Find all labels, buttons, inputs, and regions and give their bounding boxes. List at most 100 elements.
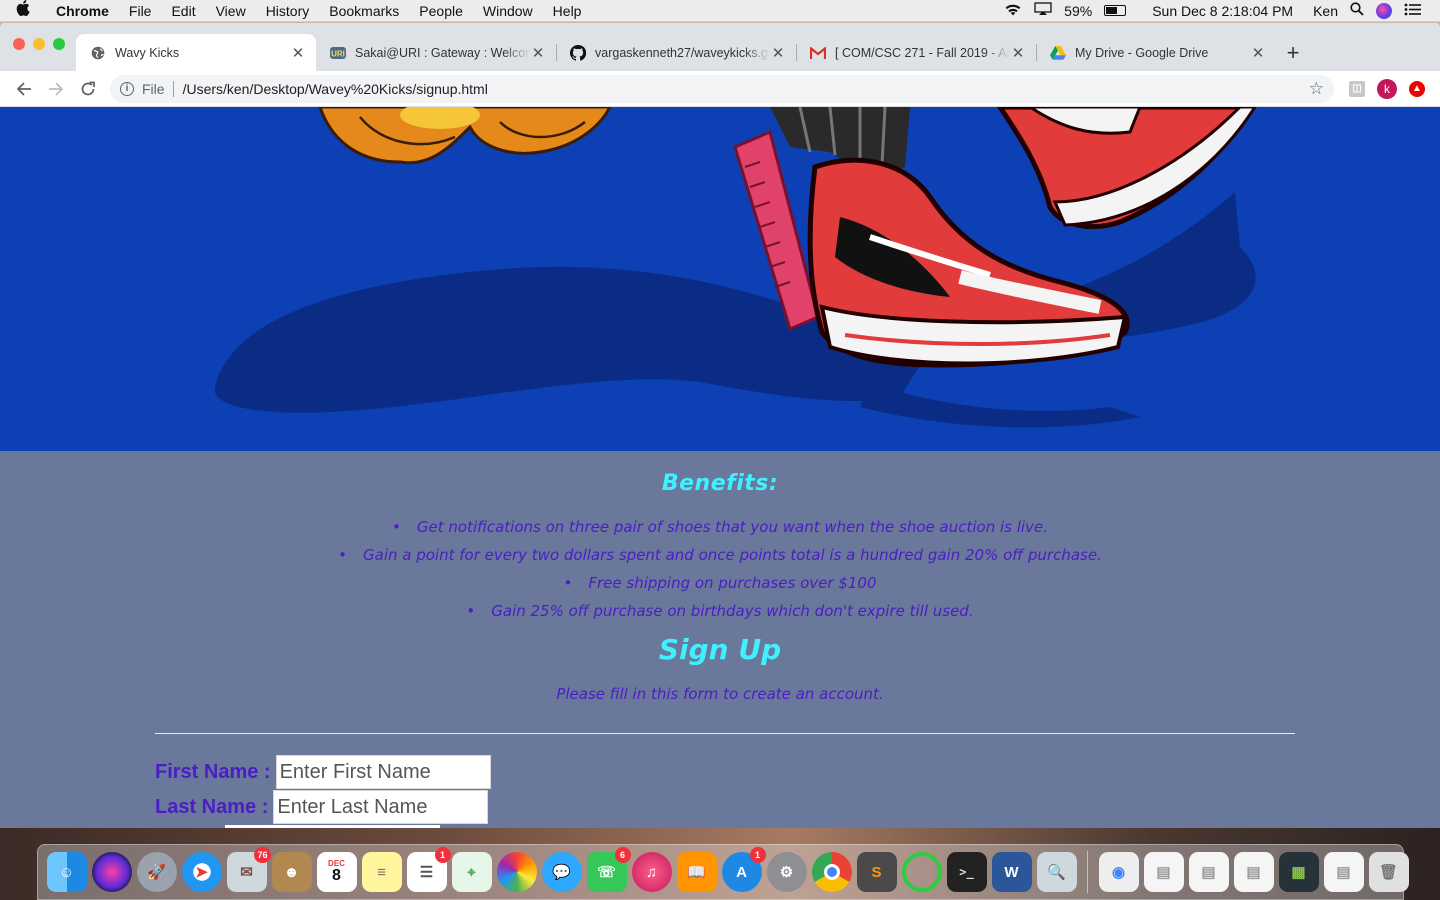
- trash-icon[interactable]: 🗑: [1368, 852, 1409, 892]
- clock[interactable]: Sun Dec 8 2:18:04 PM: [1152, 3, 1293, 19]
- battery-fill: [1106, 7, 1118, 14]
- upload-extension-icon: ▲: [1409, 80, 1425, 97]
- itunes-icon[interactable]: ♫: [631, 852, 672, 892]
- user-name[interactable]: Ken: [1313, 3, 1338, 19]
- reload-button[interactable]: [72, 75, 104, 103]
- terminal-icon[interactable]: >_: [946, 852, 987, 892]
- battery-icon[interactable]: [1104, 5, 1127, 16]
- tab-close-icon[interactable]: ✕: [1010, 44, 1026, 62]
- site-info-icon[interactable]: i: [120, 81, 134, 96]
- new-tab-button[interactable]: +: [1276, 34, 1310, 71]
- window-controls: [13, 38, 65, 50]
- tab-close-icon[interactable]: ✕: [290, 44, 306, 62]
- minimized-window-icon[interactable]: ▦: [1278, 852, 1319, 892]
- app-store-icon[interactable]: A1: [721, 847, 766, 892]
- last-name-row: Last Name :: [155, 790, 489, 824]
- profile-avatar: k: [1377, 78, 1397, 99]
- wifi-icon[interactable]: [1004, 3, 1022, 19]
- document-stack-4-icon[interactable]: ▤: [1323, 852, 1364, 892]
- signup-subtitle: Please fill in this form to create an ac…: [556, 685, 884, 703]
- extension-red-button[interactable]: ▲: [1402, 75, 1432, 103]
- profile-button[interactable]: k: [1372, 75, 1402, 103]
- google-drive-icon: [1050, 45, 1066, 61]
- chrome-downloads-icon[interactable]: ◉: [1098, 852, 1139, 892]
- menu-bookmarks[interactable]: Bookmarks: [319, 3, 409, 19]
- tab-list: Wavy Kicks ✕ URI Sakai@URI : Gateway : W…: [76, 34, 1310, 71]
- sneaker-illustration: [0, 107, 1440, 451]
- menu-file[interactable]: File: [119, 3, 162, 19]
- tab-wavy-kicks[interactable]: Wavy Kicks ✕: [76, 34, 316, 71]
- mail-badge: 76: [254, 847, 271, 863]
- bookmark-star-icon[interactable]: ☆: [1309, 79, 1324, 99]
- system-preferences-icon[interactable]: ⚙: [766, 852, 807, 892]
- divider: [155, 733, 1295, 734]
- tab-sakai[interactable]: URI Sakai@URI : Gateway : Welcome ✕: [316, 34, 556, 71]
- document-stack-2-icon[interactable]: ▤: [1188, 852, 1229, 892]
- gmail-icon: [810, 45, 826, 61]
- word-icon[interactable]: W: [991, 852, 1032, 892]
- airplay-icon[interactable]: [1034, 2, 1052, 19]
- apple-menu-icon[interactable]: [0, 0, 46, 21]
- facetime-icon[interactable]: ☏ 6: [586, 847, 631, 892]
- window-minimize-button[interactable]: [33, 38, 45, 50]
- page-viewport[interactable]: Benefits: Get notifications on three pai…: [0, 107, 1440, 828]
- forward-button[interactable]: [40, 75, 72, 103]
- menu-view[interactable]: View: [206, 3, 256, 19]
- last-name-field[interactable]: [273, 790, 489, 824]
- address-bar[interactable]: i File /Users/ken/Desktop/Wavey%20Kicks/…: [110, 74, 1334, 103]
- last-name-label: Last Name :: [155, 795, 269, 818]
- photos-icon[interactable]: [496, 852, 537, 892]
- finder-icon[interactable]: ☺: [46, 852, 87, 892]
- window-zoom-button[interactable]: [53, 38, 65, 50]
- preview-icon[interactable]: 🔍: [1036, 852, 1077, 892]
- extension-button[interactable]: ◫: [1342, 75, 1372, 103]
- siri-dock-icon[interactable]: [91, 852, 132, 892]
- status-area: 59% Sun Dec 8 2:18:04 PM Ken: [1004, 2, 1440, 19]
- spotlight-icon[interactable]: [1350, 2, 1364, 19]
- messages-icon[interactable]: 💬: [541, 852, 582, 892]
- tab-google-drive[interactable]: My Drive - Google Drive ✕: [1036, 34, 1276, 71]
- benefits-heading: Benefits:: [661, 471, 779, 496]
- battery-percent: 59%: [1064, 2, 1093, 19]
- first-name-field[interactable]: [275, 755, 491, 789]
- browser-window: Wavy Kicks ✕ URI Sakai@URI : Gateway : W…: [0, 23, 1440, 828]
- calendar-icon[interactable]: DEC 8: [316, 852, 357, 892]
- benefit-item: Free shipping on purchases over $100: [0, 569, 1440, 597]
- reminders-icon[interactable]: ☰ 1: [406, 847, 451, 892]
- menu-history[interactable]: History: [256, 3, 320, 19]
- window-close-button[interactable]: [13, 38, 25, 50]
- tab-close-icon[interactable]: ✕: [1250, 44, 1266, 62]
- notification-center-icon[interactable]: [1404, 3, 1422, 19]
- contacts-icon[interactable]: ☻: [271, 852, 312, 892]
- tab-close-icon[interactable]: ✕: [530, 44, 546, 62]
- siri-icon[interactable]: [1376, 2, 1392, 19]
- document-stack-3-icon[interactable]: ▤: [1233, 852, 1274, 892]
- tab-title: Sakai@URI : Gateway : Welcome: [355, 45, 530, 60]
- calendar-day: 8: [332, 867, 341, 884]
- address-scheme-label: File: [142, 80, 174, 97]
- document-stack-icon[interactable]: ▤: [1143, 852, 1184, 892]
- menu-window[interactable]: Window: [473, 3, 543, 19]
- menu-help[interactable]: Help: [543, 3, 592, 19]
- launchpad-icon[interactable]: 🚀: [136, 852, 177, 892]
- safari-icon[interactable]: ➤: [181, 852, 222, 892]
- mail-icon[interactable]: ✉ 76: [226, 847, 271, 892]
- tab-gmail[interactable]: [ COM/CSC 271 - Fall 2019 - All ✕: [796, 34, 1036, 71]
- menu-edit[interactable]: Edit: [161, 3, 205, 19]
- menu-app-name[interactable]: Chrome: [46, 3, 119, 19]
- address-url[interactable]: /Users/ken/Desktop/Wavey%20Kicks/signup.…: [183, 81, 488, 97]
- green-circle-app-icon[interactable]: [901, 852, 942, 892]
- sublime-text-icon[interactable]: S: [856, 852, 897, 892]
- dock: ☺ 🚀 ➤ ✉ 76 ☻ DEC 8 ≡ ☰ 1 ⌖ 💬 ☏ 6 ♫ 📖 A1 ⚙ S …: [37, 844, 1409, 900]
- chrome-icon[interactable]: [811, 852, 852, 892]
- back-button[interactable]: [8, 75, 40, 103]
- notes-icon[interactable]: ≡: [361, 852, 402, 892]
- tab-github[interactable]: vargaskenneth27/waveykicks.github.io ✕: [556, 34, 796, 71]
- app-store-badge: 1: [749, 847, 766, 863]
- tab-close-icon[interactable]: ✕: [770, 44, 786, 62]
- menu-people[interactable]: People: [409, 3, 473, 19]
- benefit-item: Gain a point for every two dollars spent…: [0, 541, 1440, 569]
- maps-icon[interactable]: ⌖: [451, 852, 492, 892]
- ibooks-icon[interactable]: 📖: [676, 852, 717, 892]
- facetime-badge: 6: [614, 847, 631, 863]
